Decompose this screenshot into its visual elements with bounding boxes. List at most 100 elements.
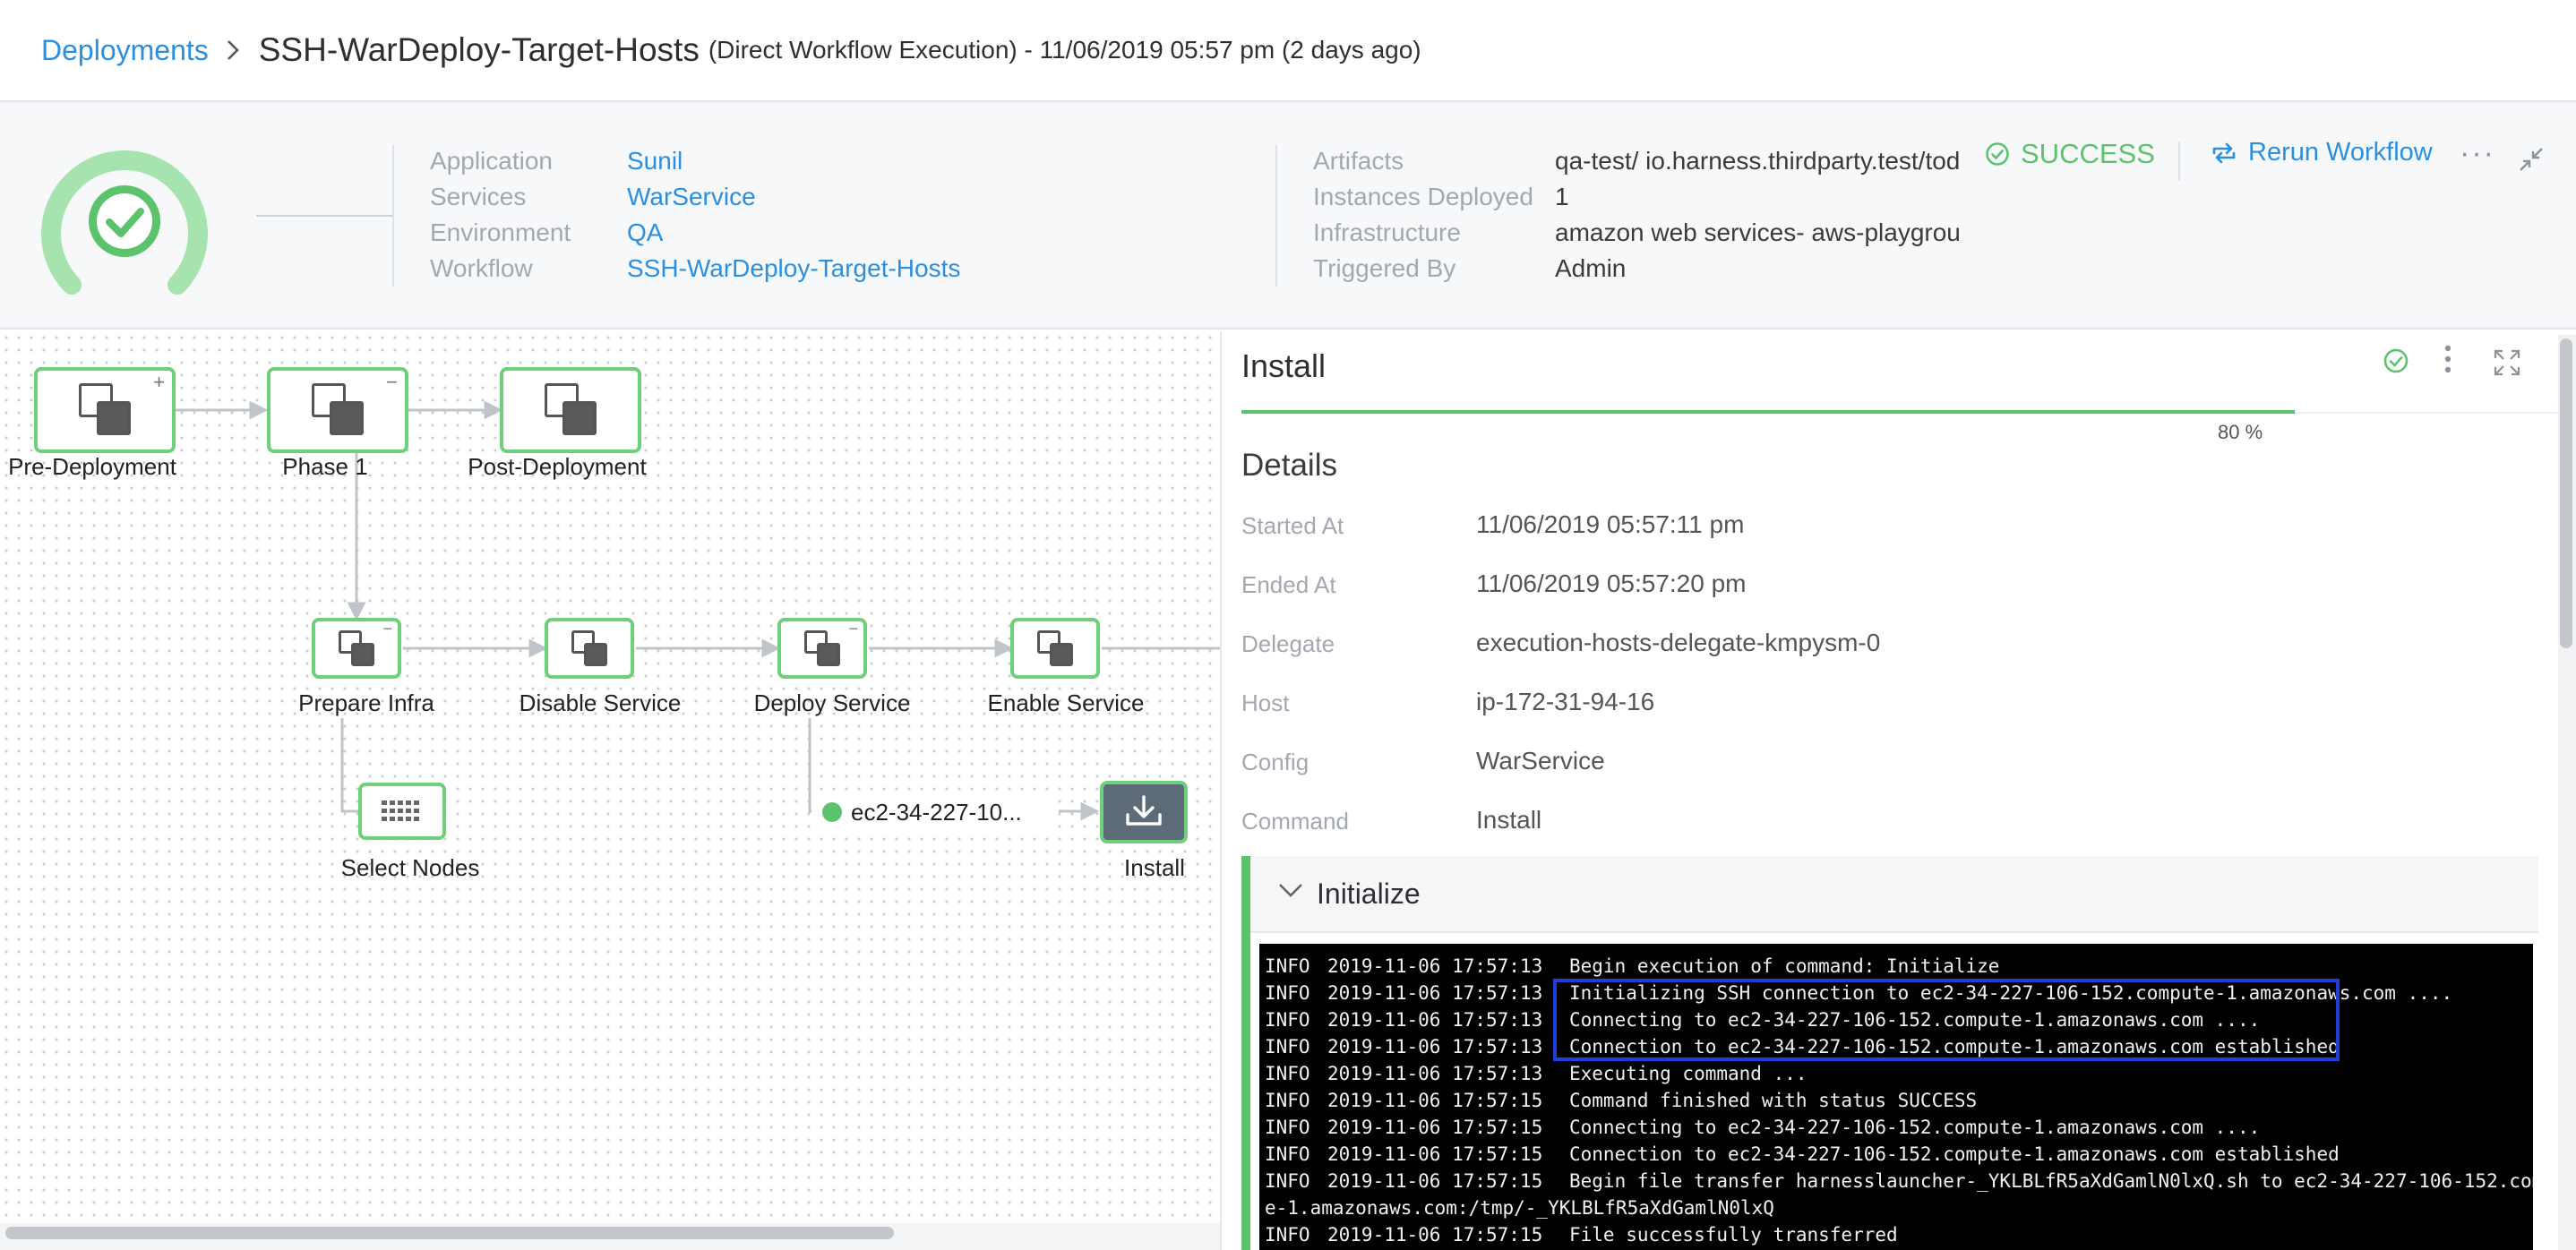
breadcrumb-deployments[interactable]: Deployments: [41, 34, 209, 67]
detail-key: Delegate: [1241, 630, 1335, 657]
chevron-right-icon: [227, 39, 239, 61]
details-heading: Details: [1241, 448, 1337, 483]
infrastructure-value: amazon web services- aws-playgrou: [1555, 218, 1960, 246]
collapse-icon[interactable]: [2519, 147, 2544, 172]
node-label: Prepare Infra: [298, 689, 434, 716]
log-timestamp: 2019-11-06 17:57:13: [1327, 1009, 1543, 1031]
node-pre-deployment[interactable]: +: [34, 367, 176, 453]
step-details-panel: Install 80 % Details Started At 11/06/20…: [1220, 331, 2576, 1250]
log-level: INFO: [1265, 1036, 1310, 1057]
node-label: Enable Service: [987, 689, 1145, 716]
collapse-minus-icon[interactable]: −: [382, 620, 392, 638]
detail-key: Ended At: [1241, 571, 1336, 598]
log-line: INFO 2019-11-06 17:57:13 Executing command…: [1265, 1060, 2533, 1087]
summary-key: Application: [430, 147, 553, 175]
log-message: Begin execution of command: Initialize: [1569, 955, 2000, 977]
workflow-link[interactable]: SSH-WarDeploy-Target-Hosts: [627, 251, 960, 287]
status-badge: SUCCESS: [1985, 138, 2155, 170]
panel-title: Install: [1241, 347, 1327, 384]
node-label: Install: [1124, 854, 1185, 881]
divider: [1275, 145, 1277, 287]
workflow-graph[interactable]: + Pre-Deployment − Phase 1 Post-Deployme…: [0, 331, 1220, 1250]
host-instance-chip[interactable]: ec2-34-227-10...: [811, 792, 1055, 833]
step-icon: [817, 643, 840, 666]
summary-key: Artifacts: [1313, 147, 1404, 175]
more-options-icon[interactable]: ···: [2460, 136, 2495, 171]
node-prepare-infra[interactable]: −: [312, 618, 401, 679]
log-message: e-1.amazonaws.com:/tmp/-_YKLBLfR5aXdGaml…: [1265, 1197, 1774, 1219]
node-label: Select Nodes: [340, 854, 480, 881]
log-line: INFO 2019-11-06 17:57:15 Command finished …: [1265, 1087, 2533, 1114]
log-line: INFO 2019-11-06 17:57:15 File successfully…: [1265, 1221, 2533, 1248]
detail-value: Install: [1476, 806, 1542, 834]
log-line: INFO 2019-11-06 17:57:15 Begin file transf…: [1265, 1168, 2533, 1194]
collapse-minus-icon[interactable]: −: [386, 371, 398, 394]
service-link[interactable]: WarService: [627, 179, 756, 215]
collapse-minus-icon[interactable]: −: [848, 620, 858, 638]
log-message: Connecting to ec2-34-227-106-152.compute…: [1569, 1117, 2261, 1138]
log-level: INFO: [1265, 1143, 1310, 1165]
log-message: Begin file transfer harnesslauncher-_YKL…: [1569, 1170, 2533, 1192]
section-title: Initialize: [1317, 878, 1421, 910]
node-select-nodes[interactable]: [358, 783, 446, 840]
stage-icon: [330, 401, 364, 435]
vertical-scrollbar[interactable]: [2560, 338, 2572, 648]
log-message: Executing command ...: [1569, 1063, 1807, 1084]
node-post-deployment[interactable]: [500, 367, 641, 453]
detail-value: 11/06/2019 05:57:20 pm: [1476, 569, 1747, 597]
detail-key: Host: [1241, 689, 1290, 716]
node-phase-1[interactable]: −: [267, 367, 408, 453]
log-line: e-1.amazonaws.com:/tmp/-_YKLBLfR5aXdGaml…: [1265, 1194, 2533, 1221]
log-line: INFO 2019-11-06 17:57:15 Connecting to ec2…: [1265, 1114, 2533, 1141]
expand-plus-icon[interactable]: +: [153, 371, 165, 394]
step-icon: [1050, 643, 1073, 666]
log-line: INFO 2019-11-06 17:57:13 Begin execution o…: [1265, 953, 2533, 980]
detail-key: Config: [1241, 749, 1309, 775]
summary-key: Environment: [430, 218, 571, 246]
node-enable-service[interactable]: [1010, 618, 1100, 679]
log-level: INFO: [1265, 1009, 1310, 1031]
log-timestamp: 2019-11-06 17:57:15: [1327, 1143, 1543, 1165]
log-timestamp: 2019-11-06 17:57:13: [1327, 1063, 1543, 1084]
node-disable-service[interactable]: [545, 618, 634, 679]
detail-value: execution-hosts-delegate-kmpysm-0: [1476, 629, 1881, 656]
log-timestamp: 2019-11-06 17:57:13: [1327, 1036, 1543, 1057]
detail-value: 11/06/2019 05:57:11 pm: [1476, 510, 1745, 538]
step-icon: [584, 643, 607, 666]
page-subtitle: (Direct Workflow Execution) - 11/06/2019…: [708, 36, 1421, 64]
divider: [2178, 141, 2180, 181]
summary-key: Triggered By: [1313, 254, 1456, 282]
expand-icon[interactable]: [2494, 349, 2520, 376]
grid-icon: [382, 801, 419, 821]
summary-key: Workflow: [430, 254, 533, 282]
node-label: Phase 1: [282, 453, 368, 480]
rerun-workflow-button[interactable]: Rerun Workflow: [2211, 138, 2433, 167]
stage-icon: [562, 401, 597, 435]
initialize-section-toggle[interactable]: Initialize: [1250, 856, 2538, 933]
log-level: INFO: [1265, 1090, 1310, 1111]
gauge-connector: [256, 215, 394, 217]
log-timestamp: 2019-11-06 17:57:15: [1327, 1170, 1543, 1192]
summary-key: Services: [430, 183, 527, 210]
success-check-icon: [2383, 348, 2409, 373]
host-status-dot: [822, 802, 842, 822]
node-install[interactable]: [1100, 781, 1188, 843]
horizontal-scrollbar[interactable]: [5, 1227, 894, 1239]
log-level: INFO: [1265, 1063, 1310, 1084]
node-deploy-service[interactable]: −: [777, 618, 867, 679]
success-check-icon: [1986, 142, 2009, 166]
log-timestamp: 2019-11-06 17:57:15: [1327, 1117, 1543, 1138]
execution-summary: Application Sunil Services WarService En…: [0, 102, 2576, 330]
log-highlight-box: [1553, 979, 2340, 1061]
divider: [392, 145, 394, 287]
log-timestamp: 2019-11-06 17:57:15: [1327, 1090, 1543, 1111]
log-message: Command finished with status SUCCESS: [1569, 1090, 1978, 1111]
rerun-icon: [2212, 142, 2236, 163]
application-link[interactable]: Sunil: [627, 143, 683, 179]
node-label: Disable Service: [519, 689, 682, 716]
environment-link[interactable]: QA: [627, 215, 663, 251]
host-name: ec2-34-227-10...: [851, 798, 1022, 826]
page-header: Deployments SSH-WarDeploy-Target-Hosts (…: [0, 0, 2576, 102]
log-level: INFO: [1265, 955, 1310, 977]
more-options-icon[interactable]: [2443, 344, 2452, 382]
